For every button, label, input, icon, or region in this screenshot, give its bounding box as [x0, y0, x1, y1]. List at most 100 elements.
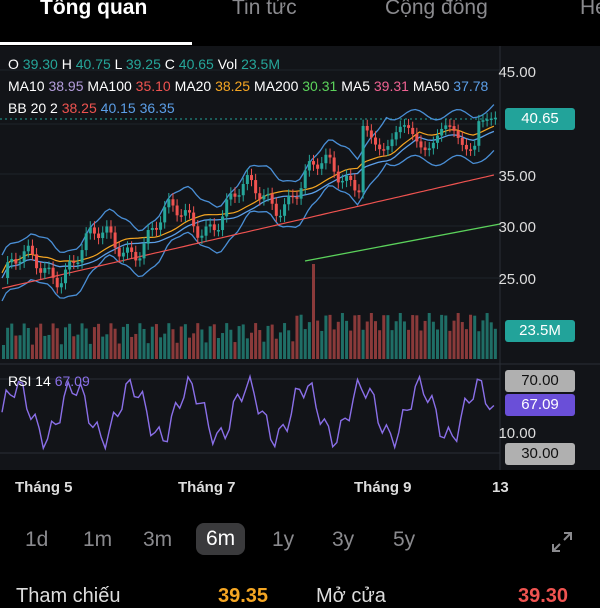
volume-bar — [266, 325, 270, 359]
ma20-line — [1, 125, 495, 274]
range-5y[interactable]: 5y — [393, 528, 415, 552]
ma20-value: 38.25 — [215, 78, 251, 94]
volume-value: 23.5M — [241, 56, 281, 72]
range-1y[interactable]: 1y — [272, 528, 294, 552]
candle-body — [258, 193, 262, 200]
volume-bar — [84, 328, 88, 359]
volume-bar — [121, 326, 125, 359]
candle-body — [361, 125, 365, 193]
candle-body — [55, 277, 59, 288]
range-1d[interactable]: 1d — [25, 528, 48, 552]
volume-bar — [320, 330, 324, 359]
candle-body — [113, 232, 117, 248]
tab-more[interactable]: He — [580, 0, 600, 20]
tab-overview[interactable]: Tổng quan — [40, 0, 147, 20]
candle-body — [126, 247, 129, 253]
open-price-value: 39.30 — [518, 585, 569, 607]
bb-mid-value: 40.15 — [100, 100, 136, 116]
volume-bar — [68, 323, 72, 359]
candle-body — [150, 227, 154, 231]
volume-bar — [473, 315, 477, 359]
range-1m[interactable]: 1m — [83, 528, 112, 552]
bb-label: BB 20 2 — [8, 100, 58, 116]
volume-bar — [415, 315, 419, 359]
volume-bar — [456, 313, 460, 359]
volume-bar — [287, 330, 291, 359]
volume-bar — [2, 345, 5, 359]
volume-bar — [47, 334, 51, 359]
candle-body — [316, 164, 320, 169]
volume-bar — [436, 329, 439, 359]
bb-line: BB 20 2 38.25 40.15 36.35 — [8, 100, 175, 116]
rsi-lower-badge: 30.00 — [505, 443, 575, 465]
rsi-upper-badge: 70.00 — [505, 370, 575, 392]
volume-bar — [390, 330, 394, 359]
volume-bar — [278, 332, 282, 359]
candle-body — [84, 233, 88, 251]
candle-body — [407, 125, 411, 128]
candle-body — [415, 134, 419, 142]
time-axis-label: Tháng 7 — [178, 479, 236, 496]
candle-body — [345, 175, 349, 181]
range-3y[interactable]: 3y — [332, 528, 354, 552]
candle-body — [278, 215, 282, 218]
volume-bar — [101, 336, 105, 359]
reference-label: Tham chiếu — [16, 585, 121, 607]
candle-body — [374, 137, 377, 145]
volume-bar — [39, 323, 43, 359]
candle-body — [43, 268, 47, 273]
close-label: C — [164, 56, 175, 72]
volume-bar — [274, 338, 278, 359]
candle-body — [295, 197, 299, 199]
candle-body — [229, 193, 233, 200]
volume-bar — [312, 264, 315, 359]
volume-bar — [270, 324, 274, 359]
high-value: 40.75 — [75, 56, 111, 72]
candle-body — [469, 149, 473, 151]
rsi-label-value: 67.09 — [54, 373, 90, 389]
candle-body — [336, 171, 340, 183]
candle-body — [22, 251, 26, 262]
ma5-value: 39.31 — [373, 78, 409, 94]
ma50-label: MA50 — [412, 78, 450, 94]
volume-bar — [460, 322, 464, 359]
range-6m[interactable]: 6m — [196, 523, 246, 555]
volume-bar — [307, 322, 311, 359]
price-axis-label: 25.00 — [498, 271, 536, 288]
candle-body — [59, 283, 63, 288]
volume-bar — [216, 337, 220, 359]
candle-body — [138, 258, 142, 261]
volume-bar — [316, 320, 320, 359]
top-tabs: Tổng quan Tin tức Cộng đồng He — [0, 0, 600, 45]
volume-bar — [365, 321, 369, 359]
candle-body — [121, 252, 125, 257]
candle-body — [328, 154, 332, 158]
ma200-line — [304, 223, 501, 262]
candle-body — [419, 141, 423, 148]
volume-bar — [130, 336, 134, 359]
volume-bar — [229, 329, 233, 359]
tab-news[interactable]: Tin tức — [232, 0, 297, 20]
candle-body — [237, 195, 241, 197]
volume-bar — [64, 327, 67, 359]
fullscreen-icon[interactable] — [550, 530, 574, 554]
tab-community[interactable]: Cộng đồng — [385, 0, 488, 20]
candle-body — [349, 175, 353, 180]
ma200-label: MA200 — [254, 78, 299, 94]
candle-body — [167, 199, 171, 208]
time-axis-label: 13 — [492, 479, 509, 496]
candle-body — [212, 224, 216, 231]
close-value: 40.65 — [178, 56, 214, 72]
volume-bar — [30, 344, 34, 359]
volume-bar — [80, 323, 84, 359]
candle-body — [254, 180, 258, 194]
range-3m[interactable]: 3m — [143, 528, 172, 552]
last-price-badge: 40.65 — [505, 108, 575, 130]
chart-panel[interactable]: O 39.30 H 40.75 L 39.25 C 40.65 Vol 23.5… — [0, 46, 600, 470]
ma50-value: 37.78 — [453, 78, 489, 94]
volume-bar — [464, 329, 468, 359]
volume-bar — [386, 315, 390, 359]
volume-bar — [493, 328, 497, 359]
volume-bar — [353, 315, 357, 359]
candle-body — [159, 222, 163, 230]
